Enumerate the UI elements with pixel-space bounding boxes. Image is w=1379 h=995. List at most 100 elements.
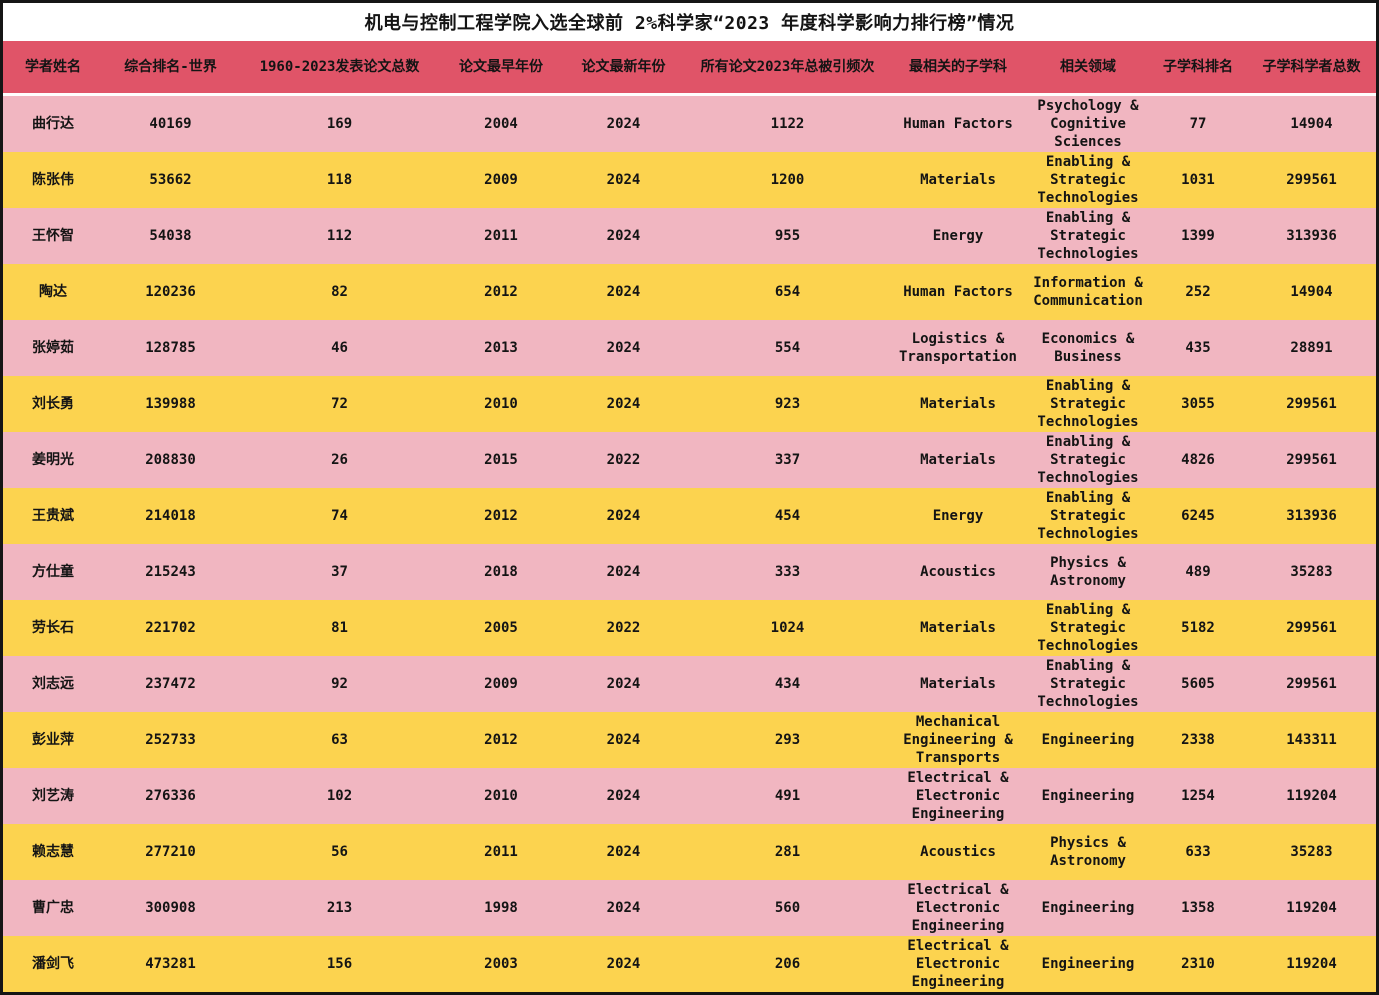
- cell-field: Physics & Astronomy: [1027, 824, 1149, 880]
- cell-subfield: Electrical & Electronic Engineering: [889, 768, 1027, 824]
- cell-subfield-rank: 4826: [1149, 432, 1247, 488]
- cell-scholar-name: 刘长勇: [3, 376, 103, 432]
- column-header-subfield-rank: 子学科排名: [1149, 41, 1247, 93]
- cell-subfield: Materials: [889, 600, 1027, 656]
- cell-subfield-scholars: 119204: [1247, 936, 1376, 992]
- cell-first-year: 2012: [441, 264, 561, 320]
- cell-world-rank: 40169: [103, 96, 238, 152]
- cell-papers-total: 37: [238, 544, 441, 600]
- cell-world-rank: 276336: [103, 768, 238, 824]
- page-title: 机电与控制工程学院入选全球前 2%科学家“2023 年度科学影响力排行榜”情况: [3, 3, 1376, 41]
- cell-subfield-scholars: 28891: [1247, 320, 1376, 376]
- cell-subfield: Materials: [889, 432, 1027, 488]
- cell-subfield: Energy: [889, 488, 1027, 544]
- cell-papers-total: 72: [238, 376, 441, 432]
- cell-scholar-name: 潘剑飞: [3, 936, 103, 992]
- column-header-subfield: 最相关的子学科: [889, 41, 1027, 93]
- cell-subfield-scholars: 14904: [1247, 264, 1376, 320]
- cell-scholar-name: 王怀智: [3, 208, 103, 264]
- cell-scholar-name: 赖志慧: [3, 824, 103, 880]
- cell-world-rank: 53662: [103, 152, 238, 208]
- cell-first-year: 2011: [441, 208, 561, 264]
- cell-field: Enabling & Strategic Technologies: [1027, 152, 1149, 208]
- table-row: 赖志慧 277210 56 2011 2024 281 Acoustics Ph…: [3, 824, 1376, 880]
- cell-citations-2023: 560: [686, 880, 889, 936]
- cell-citations-2023: 923: [686, 376, 889, 432]
- cell-subfield: Logistics & Transportation: [889, 320, 1027, 376]
- cell-subfield-scholars: 299561: [1247, 376, 1376, 432]
- table-row: 彭业萍 252733 63 2012 2024 293 Mechanical E…: [3, 712, 1376, 768]
- cell-world-rank: 214018: [103, 488, 238, 544]
- cell-subfield-scholars: 14904: [1247, 96, 1376, 152]
- cell-last-year: 2024: [561, 768, 686, 824]
- column-header-field: 相关领域: [1027, 41, 1149, 93]
- cell-papers-total: 63: [238, 712, 441, 768]
- cell-subfield-rank: 1399: [1149, 208, 1247, 264]
- table-row: 刘艺涛 276336 102 2010 2024 491 Electrical …: [3, 768, 1376, 824]
- cell-subfield: Electrical & Electronic Engineering: [889, 880, 1027, 936]
- table-row: 劳长石 221702 81 2005 2022 1024 Materials E…: [3, 600, 1376, 656]
- cell-subfield-scholars: 299561: [1247, 152, 1376, 208]
- cell-first-year: 2004: [441, 96, 561, 152]
- table-row: 刘志远 237472 92 2009 2024 434 Materials En…: [3, 656, 1376, 712]
- cell-first-year: 2003: [441, 936, 561, 992]
- table-row: 曹广忠 300908 213 1998 2024 560 Electrical …: [3, 880, 1376, 936]
- cell-citations-2023: 281: [686, 824, 889, 880]
- cell-world-rank: 54038: [103, 208, 238, 264]
- cell-papers-total: 118: [238, 152, 441, 208]
- cell-papers-total: 82: [238, 264, 441, 320]
- cell-first-year: 2015: [441, 432, 561, 488]
- cell-papers-total: 56: [238, 824, 441, 880]
- column-header-name: 学者姓名: [3, 41, 103, 93]
- cell-first-year: 2012: [441, 712, 561, 768]
- cell-scholar-name: 彭业萍: [3, 712, 103, 768]
- table-row: 方仕童 215243 37 2018 2024 333 Acoustics Ph…: [3, 544, 1376, 600]
- cell-subfield: Materials: [889, 656, 1027, 712]
- cell-citations-2023: 1122: [686, 96, 889, 152]
- cell-subfield-rank: 1358: [1149, 880, 1247, 936]
- cell-last-year: 2024: [561, 656, 686, 712]
- cell-last-year: 2024: [561, 880, 686, 936]
- cell-field: Physics & Astronomy: [1027, 544, 1149, 600]
- cell-citations-2023: 554: [686, 320, 889, 376]
- table-row: 张婷茹 128785 46 2013 2024 554 Logistics & …: [3, 320, 1376, 376]
- cell-citations-2023: 337: [686, 432, 889, 488]
- cell-subfield: Materials: [889, 152, 1027, 208]
- cell-papers-total: 74: [238, 488, 441, 544]
- table-row: 曲行达 40169 169 2004 2024 1122 Human Facto…: [3, 96, 1376, 152]
- cell-citations-2023: 206: [686, 936, 889, 992]
- cell-subfield-rank: 1254: [1149, 768, 1247, 824]
- cell-first-year: 2012: [441, 488, 561, 544]
- cell-world-rank: 277210: [103, 824, 238, 880]
- cell-subfield-scholars: 143311: [1247, 712, 1376, 768]
- column-header-world-rank: 综合排名-世界: [103, 41, 238, 93]
- cell-citations-2023: 434: [686, 656, 889, 712]
- cell-last-year: 2024: [561, 152, 686, 208]
- cell-last-year: 2024: [561, 712, 686, 768]
- cell-field: Enabling & Strategic Technologies: [1027, 376, 1149, 432]
- cell-last-year: 2024: [561, 264, 686, 320]
- cell-first-year: 2009: [441, 152, 561, 208]
- cell-world-rank: 120236: [103, 264, 238, 320]
- cell-last-year: 2024: [561, 320, 686, 376]
- cell-last-year: 2024: [561, 488, 686, 544]
- cell-papers-total: 156: [238, 936, 441, 992]
- cell-citations-2023: 654: [686, 264, 889, 320]
- cell-world-rank: 300908: [103, 880, 238, 936]
- cell-subfield-rank: 252: [1149, 264, 1247, 320]
- table-row: 姜明光 208830 26 2015 2022 337 Materials En…: [3, 432, 1376, 488]
- cell-field: Enabling & Strategic Technologies: [1027, 600, 1149, 656]
- column-header-papers-total: 1960-2023发表论文总数: [238, 41, 441, 93]
- cell-papers-total: 81: [238, 600, 441, 656]
- cell-papers-total: 26: [238, 432, 441, 488]
- cell-papers-total: 102: [238, 768, 441, 824]
- cell-subfield: Materials: [889, 376, 1027, 432]
- cell-subfield-scholars: 313936: [1247, 208, 1376, 264]
- cell-subfield: Energy: [889, 208, 1027, 264]
- cell-field: Engineering: [1027, 936, 1149, 992]
- cell-subfield-rank: 2338: [1149, 712, 1247, 768]
- cell-papers-total: 169: [238, 96, 441, 152]
- cell-first-year: 2010: [441, 768, 561, 824]
- cell-subfield-scholars: 35283: [1247, 824, 1376, 880]
- cell-last-year: 2022: [561, 432, 686, 488]
